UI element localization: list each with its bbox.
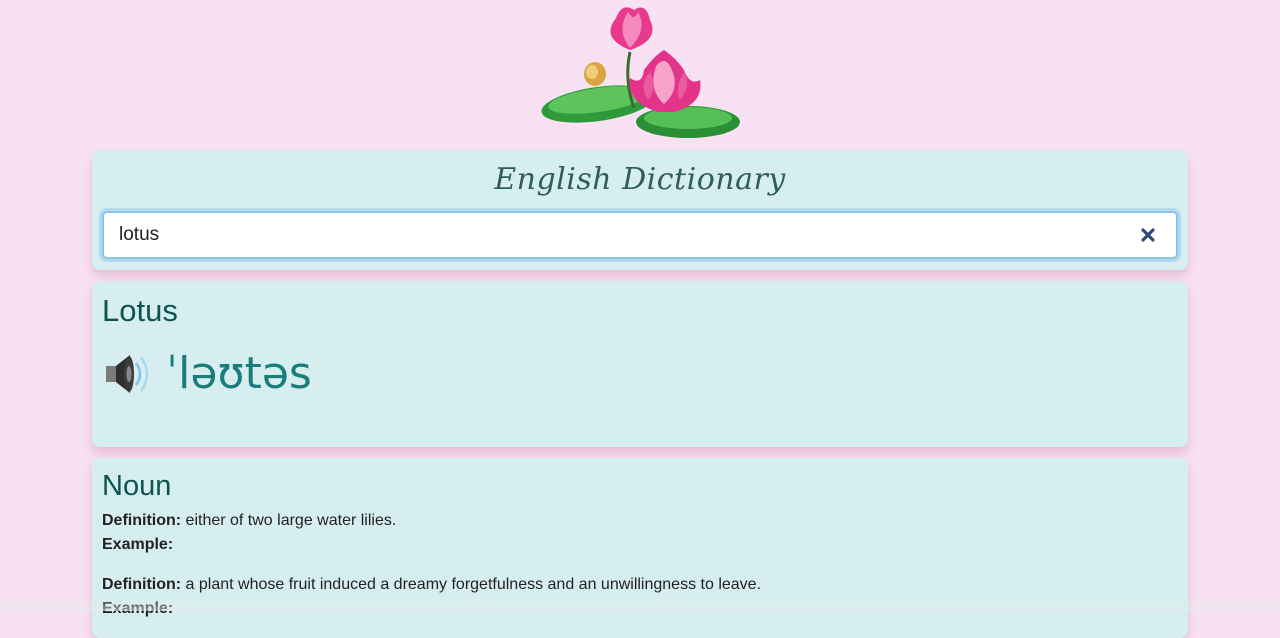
lotus-flower-icon xyxy=(541,7,740,138)
definition-text: a plant whose fruit induced a dreamy for… xyxy=(185,576,762,593)
meaning-card: Noun Definition: either of two large wat… xyxy=(92,458,1188,638)
definition-line: Definition: either of two large water li… xyxy=(102,509,1178,533)
search-box xyxy=(102,211,1178,259)
example-label: Example: xyxy=(102,536,174,553)
close-icon[interactable] xyxy=(1130,217,1166,253)
definition-item: Definition: either of two large water li… xyxy=(102,509,1178,557)
search-card: English Dictionary xyxy=(92,150,1188,270)
phonetic-row: ˈləʊtəs xyxy=(102,347,1178,399)
speaker-icon[interactable] xyxy=(102,347,154,399)
example-label: Example: xyxy=(102,600,174,617)
phonetic-text: ˈləʊtəs xyxy=(166,347,312,399)
example-line: Example: xyxy=(102,597,1178,621)
search-input[interactable] xyxy=(104,213,1130,257)
word-card: Lotus ˈləʊtəs xyxy=(92,281,1188,447)
headword: Lotus xyxy=(102,293,178,328)
definition-label: Definition: xyxy=(102,512,182,529)
app-title: English Dictionary xyxy=(494,162,786,197)
example-line: Example: xyxy=(102,533,1178,557)
definition-line: Definition: a plant whose fruit induced … xyxy=(102,573,1178,597)
definition-text: either of two large water lilies. xyxy=(185,512,397,529)
definition-item: Definition: a plant whose fruit induced … xyxy=(102,573,1178,621)
part-of-speech: Noun xyxy=(102,470,172,502)
definition-label: Definition: xyxy=(102,576,182,593)
